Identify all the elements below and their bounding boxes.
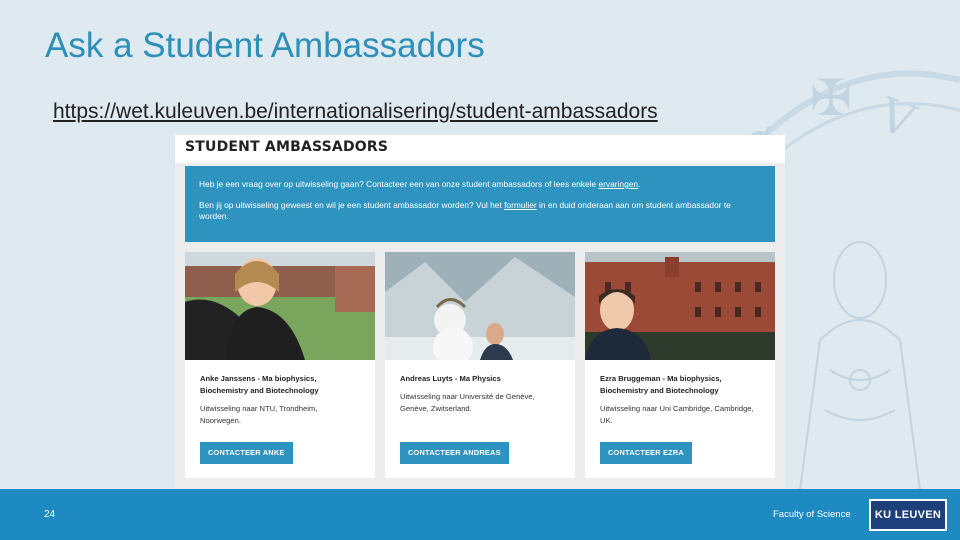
formulier-link[interactable]: formulier [504,200,537,210]
svg-text:V: V [871,87,922,150]
faculty-label: Faculty of Science [773,509,851,520]
intro-paragraph-2: Ben jij op uitwisseling geweest en wil j… [199,200,731,221]
website-screenshot: STUDENT AMBASSADORS Heb je een vraag ove… [175,135,785,488]
page-number: 24 [44,509,56,520]
ku-leuven-logo: KU LEUVEN [869,499,947,531]
ambassador-exchange: Uitwisseling naar Uni Cambridge, Cambrid… [600,404,754,425]
ambassador-photo-andreas [385,252,575,360]
ambassador-name: Anke Janssens - Ma biophysics, Biochemis… [200,374,319,395]
ambassador-card-anke: Anke Janssens - Ma biophysics, Biochemis… [185,252,375,478]
svg-text:✠: ✠ [810,69,852,127]
ambassador-card-andreas: Andreas Luyts - Ma Physics Uitwisseling … [385,252,575,478]
contact-anke-button[interactable]: CONTACTEER ANKE [200,442,293,464]
contact-ezra-button[interactable]: CONTACTEER EZRA [600,442,692,464]
slide-title: Ask a Student Ambassadors [45,26,485,65]
ambassadors-url-link[interactable]: https://wet.kuleuven.be/internationalise… [53,100,658,124]
intro-banner: Heb je een vraag over op uitwisseling ga… [185,166,775,242]
ambassador-name: Ezra Bruggeman - Ma biophysics, Biochemi… [600,374,722,395]
ervaringen-link[interactable]: ervaringen [598,179,638,189]
slide-footer: 24 Faculty of Science KU LEUVEN [0,489,960,540]
ambassador-exchange: Uitwisseling naar Université de Genève, … [400,392,535,413]
contact-andreas-button[interactable]: CONTACTEER ANDREAS [400,442,509,464]
ambassador-photo-anke [185,252,375,360]
ambassador-photo-ezra [585,252,775,360]
ambassador-name: Andreas Luyts - Ma Physics [400,374,501,383]
ambassador-card-ezra: Ezra Bruggeman - Ma biophysics, Biochemi… [585,252,775,478]
page-heading: STUDENT AMBASSADORS [175,135,785,163]
intro-paragraph-1: Heb je een vraag over op uitwisseling ga… [199,179,641,189]
ambassador-exchange: Uitwisseling naar NTU, Trondheim, Noorwe… [200,404,318,425]
